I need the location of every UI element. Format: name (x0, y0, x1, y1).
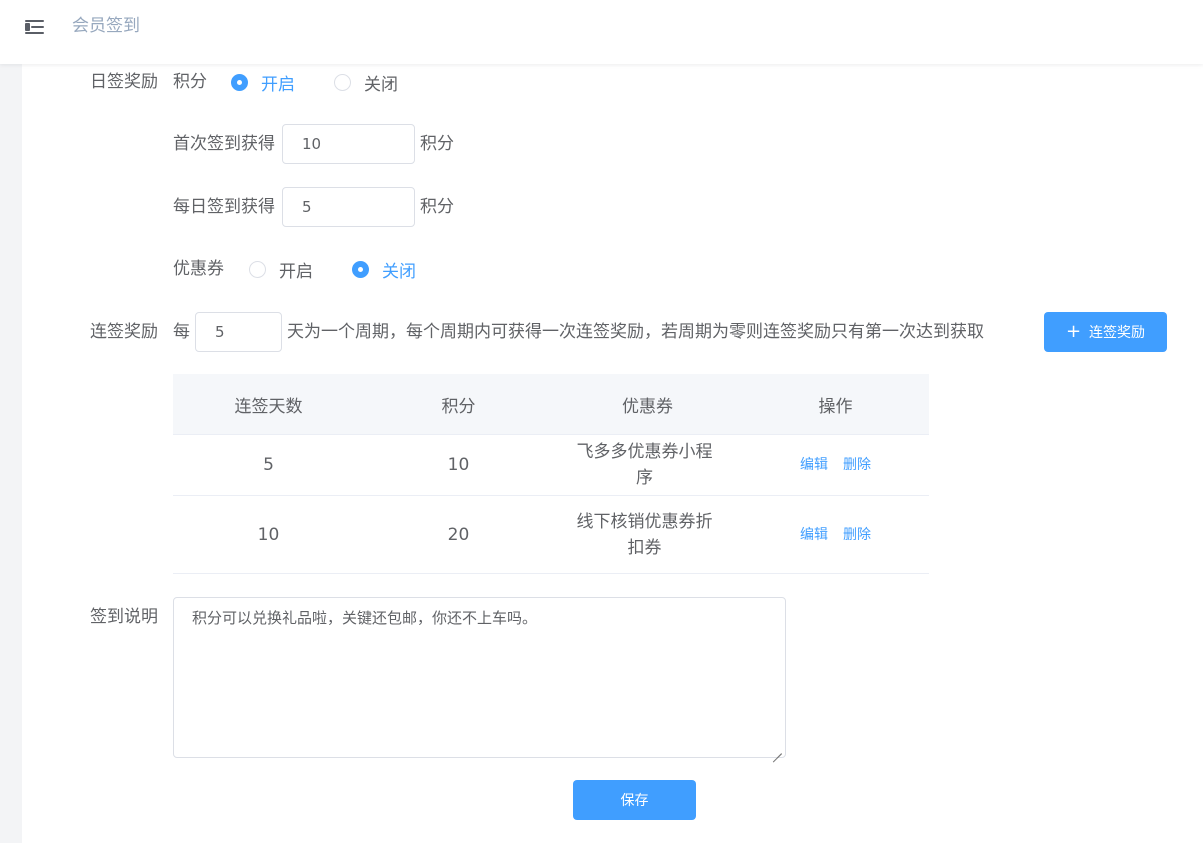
coupon-on-radio[interactable]: 开启 (249, 258, 313, 282)
daily-signin-unit: 积分 (420, 197, 454, 217)
cell-actions: 编辑 删除 (742, 435, 929, 495)
table-row: 5 10 飞多多优惠券小程序 编辑 删除 (173, 435, 929, 496)
edit-link[interactable]: 编辑 (800, 522, 828, 548)
cell-points: 20 (447, 524, 470, 545)
daily-reward-label: 日签奖励 (90, 72, 158, 92)
menu-fold-icon[interactable] (25, 19, 45, 35)
plus-icon: + (1065, 321, 1082, 342)
radio-checked-icon (352, 260, 369, 278)
coupon-off-label: 关闭 (382, 261, 416, 282)
coupon-off-radio[interactable]: 关闭 (352, 258, 416, 282)
description-textarea[interactable]: 积分可以兑换礼品啦，关键还包邮，你还不上车吗。 (173, 597, 786, 758)
streak-reward-label: 连签奖励 (90, 322, 158, 342)
coupon-on-label: 开启 (279, 261, 313, 282)
cell-actions: 编辑 删除 (742, 496, 929, 573)
daily-signin-label: 每日签到获得 (173, 197, 275, 217)
table-header: 连签天数 积分 优惠券 操作 (173, 374, 929, 435)
cell-days: 5 (263, 455, 274, 475)
radio-unchecked-icon (249, 260, 266, 278)
page-title: 会员签到 (72, 16, 140, 36)
cell-coupon: 线下核销优惠券折扣券 (576, 511, 713, 558)
column-header-days: 连签天数 (234, 396, 303, 417)
sidebar-edge (0, 64, 22, 843)
points-on-label: 开启 (261, 74, 295, 95)
points-on-radio[interactable]: 开启 (231, 71, 295, 95)
description-label: 签到说明 (90, 607, 158, 627)
add-streak-reward-button[interactable]: + 连签奖励 (1044, 312, 1167, 352)
resize-handle-icon[interactable] (772, 744, 782, 754)
edit-link[interactable]: 编辑 (800, 452, 828, 478)
delete-link[interactable]: 删除 (843, 452, 871, 478)
points-off-radio[interactable]: 关闭 (334, 71, 398, 95)
first-signin-points-input[interactable]: 10 (282, 124, 415, 164)
first-signin-unit: 积分 (420, 134, 454, 154)
streak-description: 天为一个周期，每个周期内可获得一次连签奖励，若周期为零则连签奖励只有第一次达到获… (287, 322, 984, 342)
points-toggle-label: 积分 (173, 72, 207, 92)
streak-reward-table: 连签天数 积分 优惠券 操作 5 10 飞多多优惠券小程序 编辑 删除 10 2… (173, 374, 929, 574)
delete-link[interactable]: 删除 (843, 522, 871, 548)
add-streak-reward-label: 连签奖励 (1089, 325, 1146, 341)
streak-days-input[interactable]: 5 (195, 312, 282, 352)
daily-signin-points-input[interactable]: 5 (282, 187, 415, 227)
coupon-toggle-label: 优惠券 (173, 259, 224, 279)
column-header-coupon: 优惠券 (622, 396, 673, 417)
radio-checked-icon (231, 73, 248, 91)
description-text: 积分可以兑换礼品啦，关键还包邮，你还不上车吗。 (192, 609, 538, 627)
cell-coupon: 飞多多优惠券小程序 (576, 442, 713, 488)
cell-points: 10 (447, 455, 470, 475)
column-header-actions: 操作 (818, 396, 853, 417)
main-content: 日签奖励 积分 开启 关闭 首次签到获得 10 积分 每日签到获得 5 积分 优… (22, 64, 1203, 843)
top-bar: 会员签到 (0, 0, 1203, 64)
save-button[interactable]: 保存 (573, 780, 696, 820)
cell-days: 10 (257, 524, 280, 545)
column-header-points: 积分 (441, 396, 476, 417)
streak-prefix: 每 (173, 322, 190, 342)
points-off-label: 关闭 (364, 74, 398, 95)
table-row: 10 20 线下核销优惠券折扣券 编辑 删除 (173, 496, 929, 574)
radio-unchecked-icon (334, 73, 351, 91)
first-signin-label: 首次签到获得 (173, 134, 275, 154)
